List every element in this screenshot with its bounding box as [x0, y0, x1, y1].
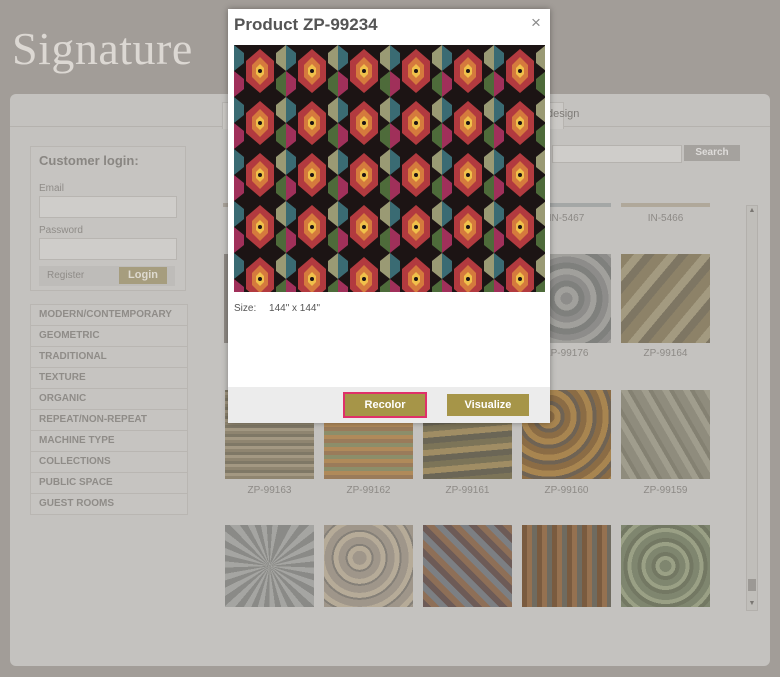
thumbnail[interactable] — [621, 203, 710, 207]
thumbnail-label: ZP-99164 — [643, 348, 688, 359]
category-item[interactable]: REPEAT/NON-REPEAT — [31, 410, 187, 431]
size-row: Size: 144" x 144" — [234, 303, 320, 314]
email-field[interactable] — [39, 196, 177, 218]
login-button[interactable]: Login — [119, 267, 167, 284]
category-item[interactable]: MODERN/CONTEMPORARY — [31, 305, 187, 326]
thumbnail[interactable] — [621, 525, 710, 607]
thumbnail-label: ZP-99163 — [247, 485, 292, 496]
thumbnail[interactable] — [324, 525, 413, 607]
password-label: Password — [39, 225, 83, 236]
size-label: Size: — [234, 303, 257, 314]
thumbnail[interactable] — [423, 525, 512, 607]
thumbnail[interactable] — [621, 254, 710, 343]
search-input[interactable] — [552, 145, 682, 163]
category-item[interactable]: MACHINE TYPE — [31, 431, 187, 452]
recolor-button[interactable]: Recolor — [343, 392, 427, 418]
thumbnail[interactable] — [621, 390, 710, 479]
thumbnail[interactable] — [522, 525, 611, 607]
thumbnail-label: ZP-99159 — [643, 485, 688, 496]
category-item[interactable]: TEXTURE — [31, 368, 187, 389]
category-item[interactable]: GEOMETRIC — [31, 326, 187, 347]
scroll-down-icon[interactable]: ▼ — [748, 600, 756, 608]
search-button[interactable]: Search — [684, 145, 740, 161]
site-logo: Signature — [12, 23, 193, 74]
thumbnail-label: ZP-99160 — [544, 485, 589, 496]
close-icon[interactable]: × — [531, 13, 541, 33]
email-label: Email — [39, 183, 65, 194]
category-item[interactable]: COLLECTIONS — [31, 452, 187, 473]
customer-login-box: Customer login: Email Password Register … — [30, 146, 186, 291]
category-item[interactable]: PUBLIC SPACE — [31, 473, 187, 494]
scroll-thumb[interactable] — [748, 579, 756, 591]
grid-scrollbar[interactable]: ▲ ▼ — [746, 205, 758, 611]
login-title: Customer login: — [39, 153, 139, 168]
category-item[interactable]: TRADITIONAL — [31, 347, 187, 368]
scroll-up-icon[interactable]: ▲ — [748, 207, 756, 215]
product-modal: Product ZP-99234 × Size: 144" x 144" Rec… — [228, 9, 550, 423]
modal-title: Product ZP-99234 — [234, 15, 378, 34]
login-actions: Register Login — [39, 266, 175, 286]
thumbnail[interactable] — [225, 525, 314, 607]
visualize-button[interactable]: Visualize — [447, 394, 529, 416]
category-item[interactable]: ORGANIC — [31, 389, 187, 410]
thumbnail-label: ZP-99162 — [346, 485, 391, 496]
thumbnail-label: ZP-99161 — [445, 485, 490, 496]
product-image — [234, 45, 545, 292]
category-item[interactable]: GUEST ROOMS — [31, 494, 187, 514]
modal-footer: Recolor Visualize — [228, 387, 550, 423]
register-link[interactable]: Register — [47, 270, 84, 281]
size-value: 144" x 144" — [269, 303, 321, 314]
password-field[interactable] — [39, 238, 177, 260]
thumbnail-label: IN-5466 — [647, 213, 684, 224]
category-list: MODERN/CONTEMPORARY GEOMETRIC TRADITIONA… — [30, 304, 188, 515]
tab-design-label[interactable]: design — [547, 108, 579, 120]
